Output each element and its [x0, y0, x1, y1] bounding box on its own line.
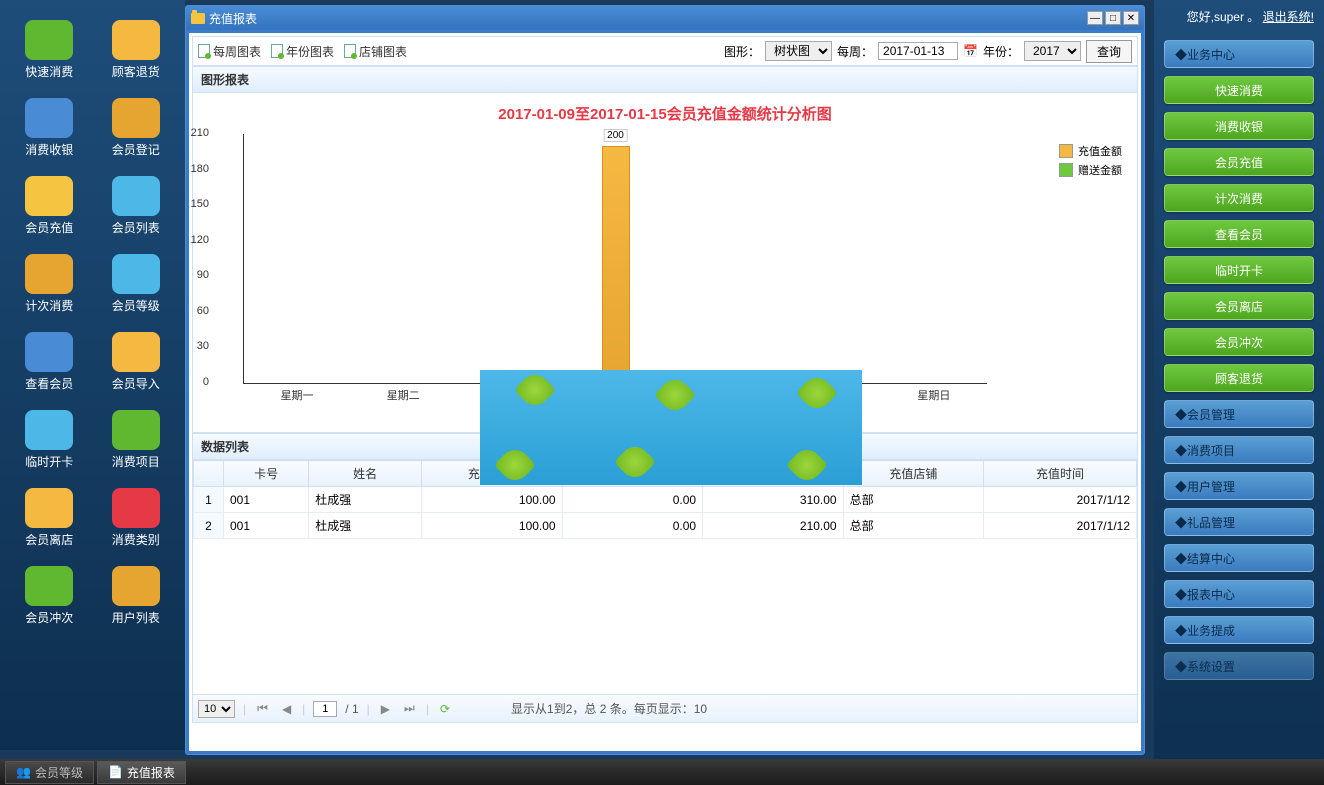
app-icon — [112, 254, 160, 294]
taskbar-item-report[interactable]: 📄 充值报表 — [97, 761, 186, 784]
app-icon — [112, 98, 160, 138]
menu-green-3[interactable]: 计次消费 — [1164, 184, 1314, 212]
left-icon-9[interactable]: 会员导入 — [97, 327, 176, 397]
app-icon — [25, 488, 73, 528]
data-table-wrap: 卡号姓名充值金额赠送金额储值余额充值店铺充值时间 1001杜成强100.000.… — [192, 460, 1138, 695]
left-icon-14[interactable]: 会员冲次 — [10, 561, 89, 631]
menu-green-8[interactable]: 顾客退货 — [1164, 364, 1314, 392]
window-title-bar: 充值报表 — □ ✕ — [186, 6, 1144, 30]
shape-select[interactable]: 树状图 — [765, 41, 832, 61]
left-icon-13[interactable]: 消费类别 — [97, 483, 176, 553]
refresh-button[interactable]: ⟳ — [437, 702, 453, 716]
menu-green-1[interactable]: 消费收银 — [1164, 112, 1314, 140]
left-icon-11[interactable]: 消费项目 — [97, 405, 176, 475]
left-icon-10[interactable]: 临时开卡 — [10, 405, 89, 475]
shape-label: 图形： — [724, 43, 760, 60]
left-icon-6[interactable]: 计次消费 — [10, 249, 89, 319]
taskbar: 👥 会员等级 📄 充值报表 — [0, 759, 1324, 785]
left-icon-2[interactable]: 消费收银 — [10, 93, 89, 163]
table-row[interactable]: 2001杜成强100.000.00210.00总部2017/1/12 — [194, 513, 1137, 539]
table-row[interactable]: 1001杜成强100.000.00310.00总部2017/1/12 — [194, 487, 1137, 513]
sheet-icon — [271, 44, 283, 58]
next-page-button[interactable]: ▶ — [378, 702, 393, 716]
app-icon — [112, 410, 160, 450]
bar-3: 200 — [602, 146, 630, 383]
menu-header-6[interactable]: ◆报表中心 — [1164, 580, 1314, 608]
app-icon — [25, 176, 73, 216]
left-icon-8[interactable]: 查看会员 — [10, 327, 89, 397]
menu-header-3[interactable]: ◆用户管理 — [1164, 472, 1314, 500]
menu-header-7[interactable]: ◆业务提成 — [1164, 616, 1314, 644]
chart-section-header: 图形报表 — [192, 66, 1138, 93]
overlay-banner — [480, 370, 862, 485]
left-sidebar: 快速消费顾客退货消费收银会员登记会员充值会员列表计次消费会员等级查看会员会员导入… — [0, 0, 185, 750]
user-greeting: 您好,super 。 退出系统! — [1164, 8, 1314, 25]
chart-legend: 充值金额赠送金额 — [1059, 143, 1122, 181]
year-select[interactable]: 2017 — [1024, 41, 1081, 61]
left-icon-12[interactable]: 会员离店 — [10, 483, 89, 553]
left-icon-7[interactable]: 会员等级 — [97, 249, 176, 319]
menu-header-4[interactable]: ◆礼品管理 — [1164, 508, 1314, 536]
app-icon — [25, 98, 73, 138]
right-sidebar: 您好,super 。 退出系统! ◆业务中心快速消费消费收银会员充值计次消费查看… — [1154, 0, 1324, 785]
app-icon — [112, 20, 160, 60]
chart-title: 2017-01-09至2017-01-15会员充值金额统计分析图 — [203, 103, 1127, 124]
maximize-button[interactable]: □ — [1105, 11, 1121, 25]
left-icon-5[interactable]: 会员列表 — [97, 171, 176, 241]
week-label: 每周： — [837, 43, 873, 60]
left-icon-3[interactable]: 会员登记 — [97, 93, 176, 163]
minimize-button[interactable]: — — [1087, 11, 1103, 25]
pagination: 10 | ⏮ ◀ | / 1 | ▶ ⏭ | ⟳ 显示从1到2，总 2 条。每页… — [192, 695, 1138, 723]
sheet-icon — [344, 44, 356, 58]
left-icon-0[interactable]: 快速消费 — [10, 15, 89, 85]
menu-header-2[interactable]: ◆消费项目 — [1164, 436, 1314, 464]
last-page-button[interactable]: ⏭ — [401, 701, 418, 716]
menu-header-0[interactable]: ◆业务中心 — [1164, 40, 1314, 68]
logout-link[interactable]: 退出系统! — [1263, 10, 1314, 24]
menu-green-7[interactable]: 会员冲次 — [1164, 328, 1314, 356]
app-icon — [25, 254, 73, 294]
chart-plot: 0306090120150180210 星期一星期二星期三星期四星期五星期六星期… — [243, 134, 987, 384]
menu-header-5[interactable]: ◆结算中心 — [1164, 544, 1314, 572]
app-icon — [25, 566, 73, 606]
calendar-icon[interactable]: 📅 — [963, 44, 978, 58]
year-label: 年份： — [983, 43, 1019, 60]
menu-green-2[interactable]: 会员充值 — [1164, 148, 1314, 176]
menu-header-8[interactable]: ◆系统设置 — [1164, 652, 1314, 680]
week-input[interactable] — [878, 42, 958, 60]
weekly-chart-button[interactable]: 每周图表 — [198, 43, 261, 60]
menu-green-4[interactable]: 查看会员 — [1164, 220, 1314, 248]
first-page-button[interactable]: ⏮ — [254, 701, 271, 716]
close-button[interactable]: ✕ — [1123, 11, 1139, 25]
store-chart-button[interactable]: 店铺图表 — [344, 43, 407, 60]
left-icon-4[interactable]: 会员充值 — [10, 171, 89, 241]
taskbar-item-members[interactable]: 👥 会员等级 — [5, 761, 94, 784]
menu-green-0[interactable]: 快速消费 — [1164, 76, 1314, 104]
menu-green-5[interactable]: 临时开卡 — [1164, 256, 1314, 284]
folder-icon — [191, 13, 205, 24]
app-icon — [25, 332, 73, 372]
yearly-chart-button[interactable]: 年份图表 — [271, 43, 334, 60]
window-title: 充值报表 — [209, 10, 257, 27]
app-icon — [112, 566, 160, 606]
sheet-icon — [198, 44, 210, 58]
toolbar: 每周图表 年份图表 店铺图表 图形： 树状图 每周： 📅 年份： 2017 查询 — [192, 36, 1138, 66]
app-icon — [112, 332, 160, 372]
page-size-select[interactable]: 10 — [198, 700, 235, 718]
left-icon-1[interactable]: 顾客退货 — [97, 15, 176, 85]
report-icon: 📄 — [108, 765, 123, 779]
prev-page-button[interactable]: ◀ — [279, 702, 294, 716]
menu-green-6[interactable]: 会员离店 — [1164, 292, 1314, 320]
app-icon — [112, 176, 160, 216]
app-icon — [112, 488, 160, 528]
query-button[interactable]: 查询 — [1086, 40, 1132, 63]
app-icon — [25, 410, 73, 450]
user-icon: 👥 — [16, 765, 31, 779]
pagination-info: 显示从1到2，总 2 条。每页显示：10 — [511, 700, 707, 717]
page-input[interactable] — [313, 701, 337, 717]
app-icon — [25, 20, 73, 60]
menu-header-1[interactable]: ◆会员管理 — [1164, 400, 1314, 428]
left-icon-15[interactable]: 用户列表 — [97, 561, 176, 631]
